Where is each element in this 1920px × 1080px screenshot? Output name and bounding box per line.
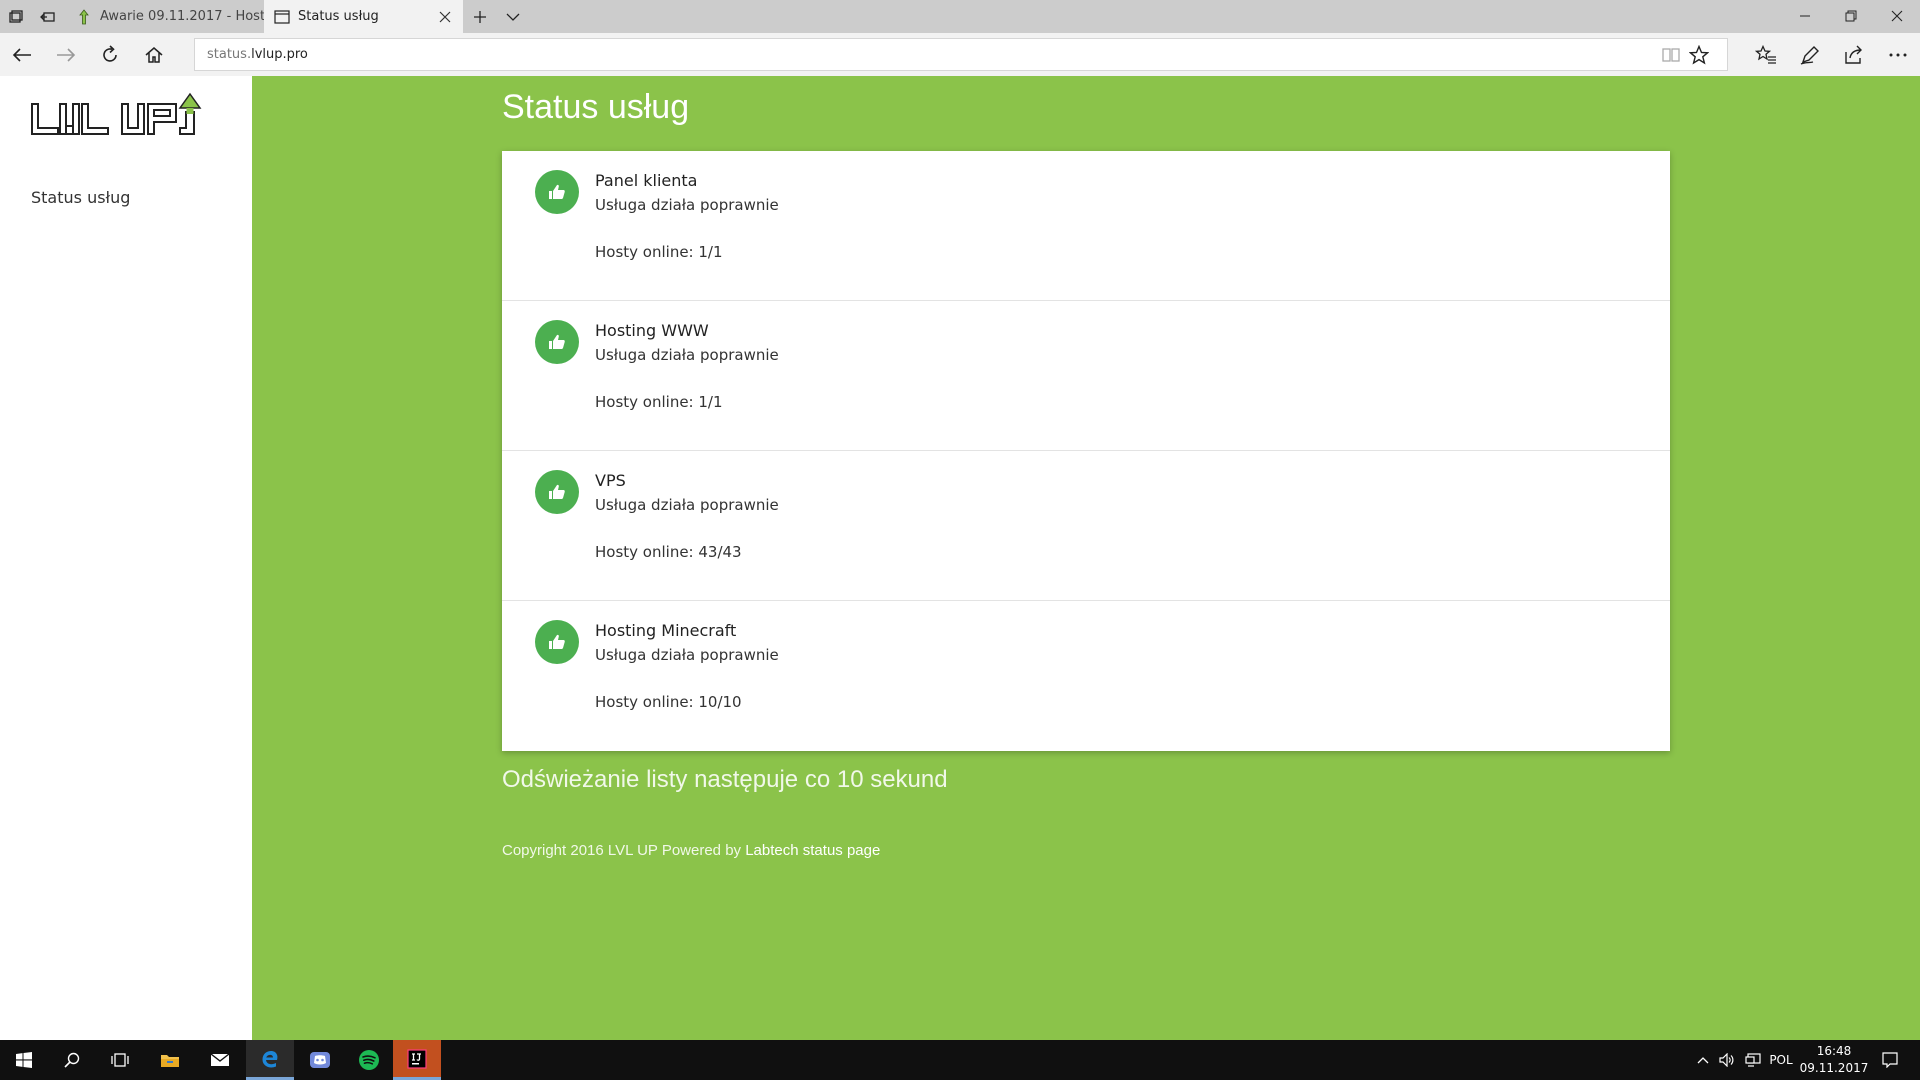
service-hosts: Hosty online: 1/1: [595, 243, 723, 261]
windows-start-icon[interactable]: [0, 1040, 48, 1080]
refresh-icon[interactable]: [96, 41, 124, 69]
service-hosts: Hosty online: 10/10: [595, 693, 742, 711]
lvlup-favicon-icon: [76, 8, 92, 25]
status-ok-badge: [535, 170, 579, 214]
page-title: Status usług: [502, 88, 690, 126]
page-icon: [274, 9, 290, 25]
tab-set-aside-icon[interactable]: [5, 6, 27, 28]
show-aside-tabs-icon[interactable]: [37, 6, 59, 28]
spotify-icon[interactable]: [345, 1040, 393, 1080]
action-center-icon[interactable]: [1872, 1040, 1908, 1080]
clock-date: 09.11.2017: [1799, 1061, 1869, 1075]
lvlup-logo[interactable]: [30, 92, 224, 142]
restore-icon[interactable]: [1828, 0, 1874, 32]
tab-title: Status usług: [298, 9, 379, 24]
service-row: Hosting WWW Usługa działa poprawnie Host…: [502, 301, 1670, 451]
more-options-icon[interactable]: [1884, 41, 1912, 69]
service-name: Hosting WWW: [595, 321, 709, 340]
favorites-hub-icon[interactable]: [1752, 41, 1780, 69]
thumbs-up-icon: [549, 634, 565, 649]
service-name: Hosting Minecraft: [595, 621, 737, 640]
mail-icon[interactable]: [196, 1040, 244, 1080]
tab-preview-chevron-down-icon[interactable]: [502, 6, 524, 28]
favorite-star-icon[interactable]: [1687, 44, 1711, 66]
thumbs-up-icon: [549, 484, 565, 499]
tab-awarie[interactable]: Awarie 09.11.2017 - Hosting: [66, 0, 264, 33]
close-icon[interactable]: [1874, 0, 1920, 32]
address-bar[interactable]: status.lvlup.pro: [194, 38, 1728, 71]
show-hidden-icons-chevron-up-icon[interactable]: [1694, 1040, 1712, 1080]
tab-status-uslug[interactable]: Status usług: [264, 0, 463, 33]
search-icon[interactable]: [48, 1040, 96, 1080]
reading-view-icon[interactable]: [1659, 44, 1683, 66]
file-explorer-icon[interactable]: [146, 1040, 194, 1080]
footer-copyright: Copyright 2016 LVL UP Powered by Labtech…: [502, 842, 880, 859]
url-text: status.lvlup.pro: [207, 47, 308, 62]
copyright-text: Copyright 2016 LVL UP Powered by: [502, 842, 742, 859]
labtech-status-page-link[interactable]: Labtech status page: [745, 842, 880, 859]
web-note-pen-icon[interactable]: [1796, 41, 1824, 69]
status-ok-badge: [535, 320, 579, 364]
forward-arrow-icon[interactable]: [52, 41, 80, 69]
browser-toolbar: status.lvlup.pro: [0, 33, 1920, 76]
new-tab-icon[interactable]: [469, 6, 491, 28]
tab-close-icon[interactable]: [437, 9, 453, 25]
back-arrow-icon[interactable]: [8, 41, 36, 69]
intellij-idea-icon[interactable]: [393, 1040, 441, 1080]
service-row: VPS Usługa działa poprawnie Hosty online…: [502, 451, 1670, 601]
sidebar-item-status-uslug[interactable]: Status usług: [31, 188, 130, 207]
service-row: Panel klienta Usługa działa poprawnie Ho…: [502, 151, 1670, 301]
language-indicator[interactable]: POL: [1766, 1040, 1796, 1080]
sidebar: [0, 76, 252, 1040]
network-icon[interactable]: [1742, 1040, 1764, 1080]
thumbs-up-icon: [549, 184, 565, 199]
service-status: Usługa działa poprawnie: [595, 346, 779, 364]
service-status: Usługa działa poprawnie: [595, 646, 779, 664]
service-hosts: Hosty online: 43/43: [595, 543, 742, 561]
url-subdomain: status.: [207, 47, 252, 62]
share-icon[interactable]: [1840, 41, 1868, 69]
edge-browser-icon[interactable]: [246, 1040, 294, 1080]
volume-icon[interactable]: [1716, 1040, 1738, 1080]
clock-time: 16:48: [1816, 1044, 1852, 1058]
service-status: Usługa działa poprawnie: [595, 496, 779, 514]
status-ok-badge: [535, 620, 579, 664]
services-panel: Panel klienta Usługa działa poprawnie Ho…: [502, 151, 1670, 751]
refresh-note: Odświeżanie listy następuje co 10 sekund: [502, 766, 948, 793]
task-view-icon[interactable]: [96, 1040, 144, 1080]
tab-title: Awarie 09.11.2017 - Hosting: [100, 9, 264, 24]
url-domain: lvlup.pro: [251, 47, 308, 62]
minimize-icon[interactable]: [1782, 0, 1828, 32]
service-name: VPS: [595, 471, 626, 490]
discord-icon[interactable]: [296, 1040, 344, 1080]
system-clock[interactable]: 16:48 09.11.2017: [1796, 1043, 1872, 1077]
service-row: Hosting Minecraft Usługa działa poprawni…: [502, 601, 1670, 751]
service-name: Panel klienta: [595, 171, 698, 190]
status-ok-badge: [535, 470, 579, 514]
service-hosts: Hosty online: 1/1: [595, 393, 723, 411]
windows-taskbar: POL 16:48 09.11.2017: [0, 1040, 1920, 1080]
browser-tab-strip: Awarie 09.11.2017 - Hosting Status usług: [0, 0, 1920, 33]
home-icon[interactable]: [140, 41, 168, 69]
service-status: Usługa działa poprawnie: [595, 196, 779, 214]
thumbs-up-icon: [549, 334, 565, 349]
